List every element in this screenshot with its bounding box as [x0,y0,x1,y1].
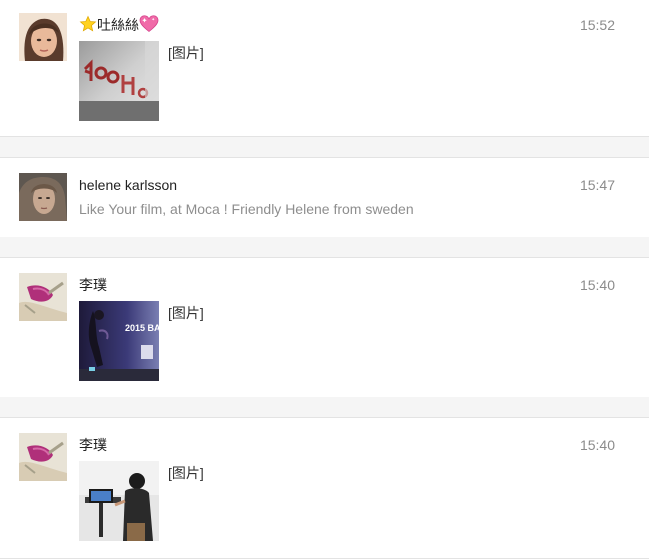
message-time: 15:47 [579,177,615,193]
message-item[interactable]: 李璞 15:40 2015 BAMA [图片] [0,257,649,398]
sender-name: helene karlsson [79,177,178,193]
avatar[interactable] [19,173,67,221]
list-gap [0,237,649,257]
image-attachment-label: [图片] [168,465,204,481]
message-time: 15:52 [579,17,615,33]
list-gap [0,397,649,417]
image-attachment-label: [图片] [168,305,204,321]
list-gap [0,137,649,157]
avatar[interactable] [19,13,67,61]
thumbnail-lettering: 2015 BAMA [125,323,159,333]
sender-name: 李璞 [79,277,107,293]
sender-name: 李璞 [79,437,107,453]
message-time: 15:40 [579,277,615,293]
message-item[interactable]: 吐絲絲 15:52 [图片] [0,0,649,137]
message-item[interactable]: helene karlsson 15:47 Like Your film, at… [0,157,649,238]
message-preview: Like Your film, at Moca ! Friendly Helen… [79,201,414,217]
sender-name: 吐絲絲 [79,15,159,37]
image-thumbnail[interactable] [79,41,159,121]
message-item[interactable]: 李璞 15:40 [图片] [0,417,649,559]
image-thumbnail[interactable] [79,461,159,541]
avatar[interactable] [19,273,67,321]
image-thumbnail[interactable]: 2015 BAMA [79,301,159,381]
message-time: 15:40 [579,437,615,453]
image-attachment-label: [图片] [168,45,204,61]
sparkling-heart-icon [139,15,159,37]
star-icon [79,15,97,37]
avatar[interactable] [19,433,67,481]
sender-name-text: 吐絲絲 [97,17,139,33]
